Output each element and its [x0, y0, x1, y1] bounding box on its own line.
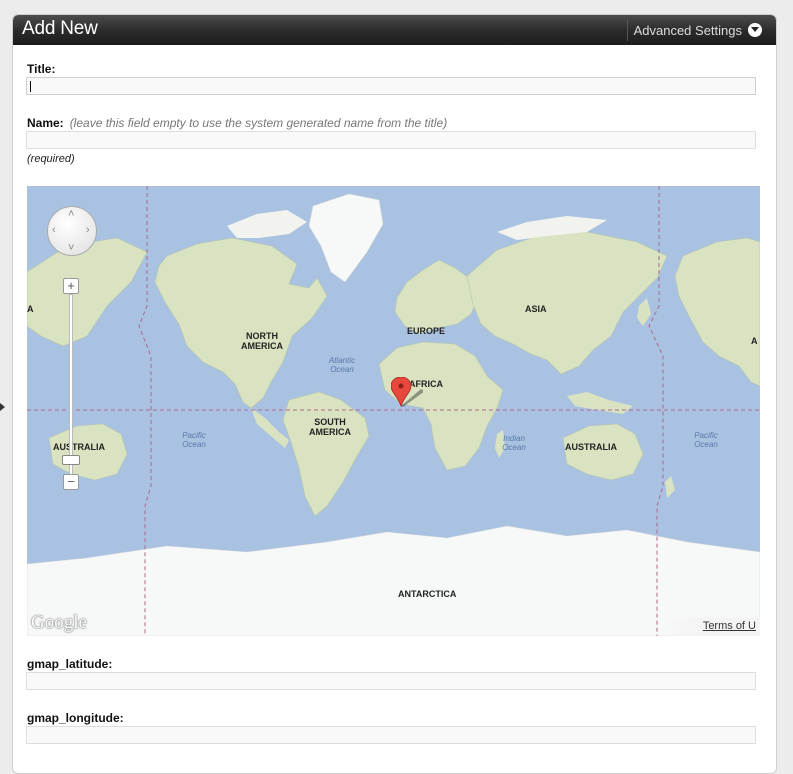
- google-watermark: Google: [31, 612, 87, 633]
- map-canvas[interactable]: NORTH AMERICA SOUTH AMERICA EUROPE AFRIC…: [27, 186, 760, 636]
- advanced-settings-label: Advanced Settings: [633, 22, 742, 38]
- map-label-edge-right: A: [751, 336, 758, 346]
- side-pointer-icon: [0, 403, 5, 411]
- latitude-label: gmap_latitude:: [27, 657, 113, 671]
- map-label-south-america: SOUTH AMERICA: [309, 417, 351, 437]
- add-new-panel: Add New Advanced Settings Title: Name: (l…: [12, 14, 777, 774]
- map-label-europe: EUROPE: [407, 326, 446, 336]
- name-hint: (leave this field empty to use the syste…: [69, 116, 448, 130]
- zoom-out-icon[interactable]: −: [63, 474, 79, 490]
- map-label-atlantic: Atlantic Ocean: [328, 356, 356, 374]
- latitude-input[interactable]: [26, 672, 756, 690]
- title-label: Title:: [27, 62, 56, 76]
- title-input[interactable]: [26, 77, 756, 95]
- panel-title: Add New: [22, 18, 98, 39]
- name-label: Name:: [27, 116, 64, 130]
- panel-header: Add New Advanced Settings: [13, 15, 776, 45]
- longitude-label: gmap_longitude:: [27, 711, 124, 725]
- pan-control-icon[interactable]: ˄ ˅ ‹ ›: [47, 206, 97, 256]
- text-caret: [30, 81, 31, 92]
- map-label-north-america: NORTH AMERICA: [241, 331, 283, 351]
- required-note: (required): [27, 153, 75, 165]
- name-input[interactable]: [26, 131, 756, 149]
- chevron-down-icon: [748, 23, 762, 37]
- longitude-input[interactable]: [26, 726, 756, 744]
- map-label-pacific-right: Pacific Ocean: [694, 431, 718, 449]
- advanced-settings-button[interactable]: Advanced Settings: [626, 19, 776, 41]
- zoom-slider-thumb[interactable]: [62, 455, 80, 465]
- map-label-edge-left: A: [27, 304, 34, 314]
- zoom-slider-track[interactable]: [69, 294, 73, 480]
- world-map-graphic: [27, 186, 760, 636]
- map-label-asia: ASIA: [525, 304, 547, 314]
- zoom-in-icon[interactable]: +: [63, 278, 79, 294]
- map-label-australia-repeat: AUSTRALIA: [53, 442, 105, 452]
- map-label-indian: Indian Ocean: [502, 434, 526, 452]
- name-label-row: Name: (leave this field empty to use the …: [27, 116, 447, 130]
- map-label-australia: AUSTRALIA: [565, 442, 617, 452]
- map-label-pacific-left: Pacific Ocean: [182, 431, 206, 449]
- terms-of-use-link[interactable]: Terms of U: [662, 618, 760, 636]
- map-label-antarctica: ANTARCTICA: [398, 589, 457, 599]
